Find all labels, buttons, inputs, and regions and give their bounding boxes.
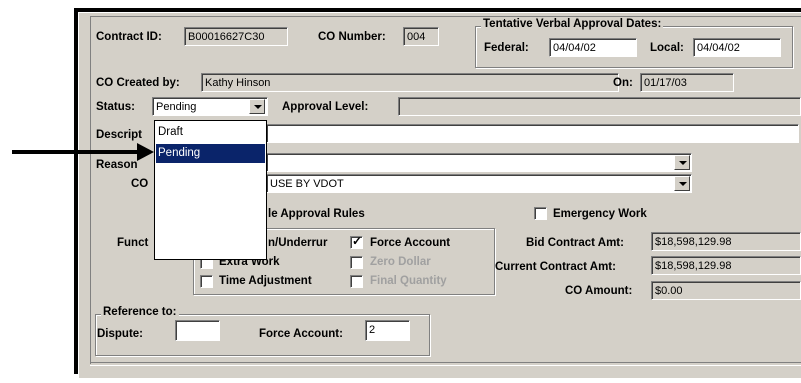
status-label: Status:	[96, 101, 135, 113]
dispute-field[interactable]	[175, 320, 220, 341]
zero-dollar-checkbox[interactable]	[350, 256, 363, 269]
function-label: Funct	[117, 237, 149, 249]
emergency-work-label: Emergency Work	[553, 208, 647, 220]
dispute-label: Dispute:	[97, 328, 143, 340]
tentative-approval-title: Tentative Verbal Approval Dates:	[481, 18, 664, 30]
co-number-label: CO Number:	[318, 31, 386, 43]
time-adjustment-checkbox[interactable]	[200, 275, 213, 288]
force-account-checkbox[interactable]	[350, 234, 363, 249]
co-amount-label: CO Amount:	[565, 285, 633, 297]
reference-force-account-label: Force Account:	[259, 328, 343, 340]
approval-level-label: Approval Level:	[282, 101, 369, 113]
approval-rules-label: le Approval Rules	[268, 208, 365, 220]
co-row-label: CO	[131, 178, 149, 190]
pointer-arrow-head-icon	[137, 143, 154, 161]
contract-id-field[interactable]: B00016627C30	[184, 27, 288, 46]
reference-title: Reference to:	[101, 306, 179, 318]
panel-bottom-edge	[90, 362, 801, 366]
force-account-label: Force Account	[370, 237, 451, 249]
description-label: Descript	[96, 129, 143, 141]
final-quantity-label: Final Quantity	[370, 275, 447, 287]
chevron-down-icon[interactable]	[674, 176, 690, 191]
current-contract-amt-field[interactable]: $18,598,129.98	[651, 256, 801, 275]
status-option-pending[interactable]: Pending	[156, 144, 265, 163]
overrun-label: n/Underrur	[268, 237, 328, 249]
chevron-down-icon[interactable]	[249, 99, 265, 114]
co-amount-field[interactable]: $0.00	[651, 281, 801, 300]
status-dropdown-list[interactable]: Draft Pending	[154, 120, 267, 260]
status-option-draft[interactable]: Draft	[156, 123, 265, 142]
final-quantity-checkbox[interactable]	[350, 275, 363, 288]
bid-contract-amt-field[interactable]: $18,598,129.98	[651, 232, 801, 251]
contract-id-label: Contract ID:	[96, 31, 162, 43]
approval-level-field[interactable]	[398, 97, 801, 116]
reference-force-account-field[interactable]: 2	[365, 320, 410, 341]
on-label: On:	[613, 77, 633, 89]
reason-select[interactable]	[266, 153, 692, 172]
description-field[interactable]	[266, 124, 799, 143]
co-created-by-field[interactable]: Kathy Hinson	[201, 73, 619, 92]
co-number-field[interactable]: 004	[403, 27, 439, 46]
pointer-arrow-icon	[12, 150, 139, 154]
co-created-by-label: CO Created by:	[96, 77, 180, 89]
current-contract-amt-label: Current Contract Amt:	[495, 261, 616, 273]
federal-label: Federal:	[484, 42, 529, 54]
reason-label: Reason	[96, 159, 138, 171]
local-date-field[interactable]: 04/04/02	[693, 38, 781, 57]
zero-dollar-label: Zero Dollar	[370, 256, 431, 268]
time-adjustment-label: Time Adjustment	[219, 275, 312, 287]
co-type-select[interactable]: USE BY VDOT	[266, 174, 692, 193]
federal-date-field[interactable]: 04/04/02	[549, 38, 637, 57]
emergency-work-checkbox[interactable]	[534, 207, 547, 220]
local-label: Local:	[650, 42, 684, 54]
on-date-field[interactable]: 01/17/03	[640, 73, 734, 92]
bid-contract-amt-label: Bid Contract Amt:	[526, 237, 624, 249]
chevron-down-icon[interactable]	[674, 155, 690, 170]
